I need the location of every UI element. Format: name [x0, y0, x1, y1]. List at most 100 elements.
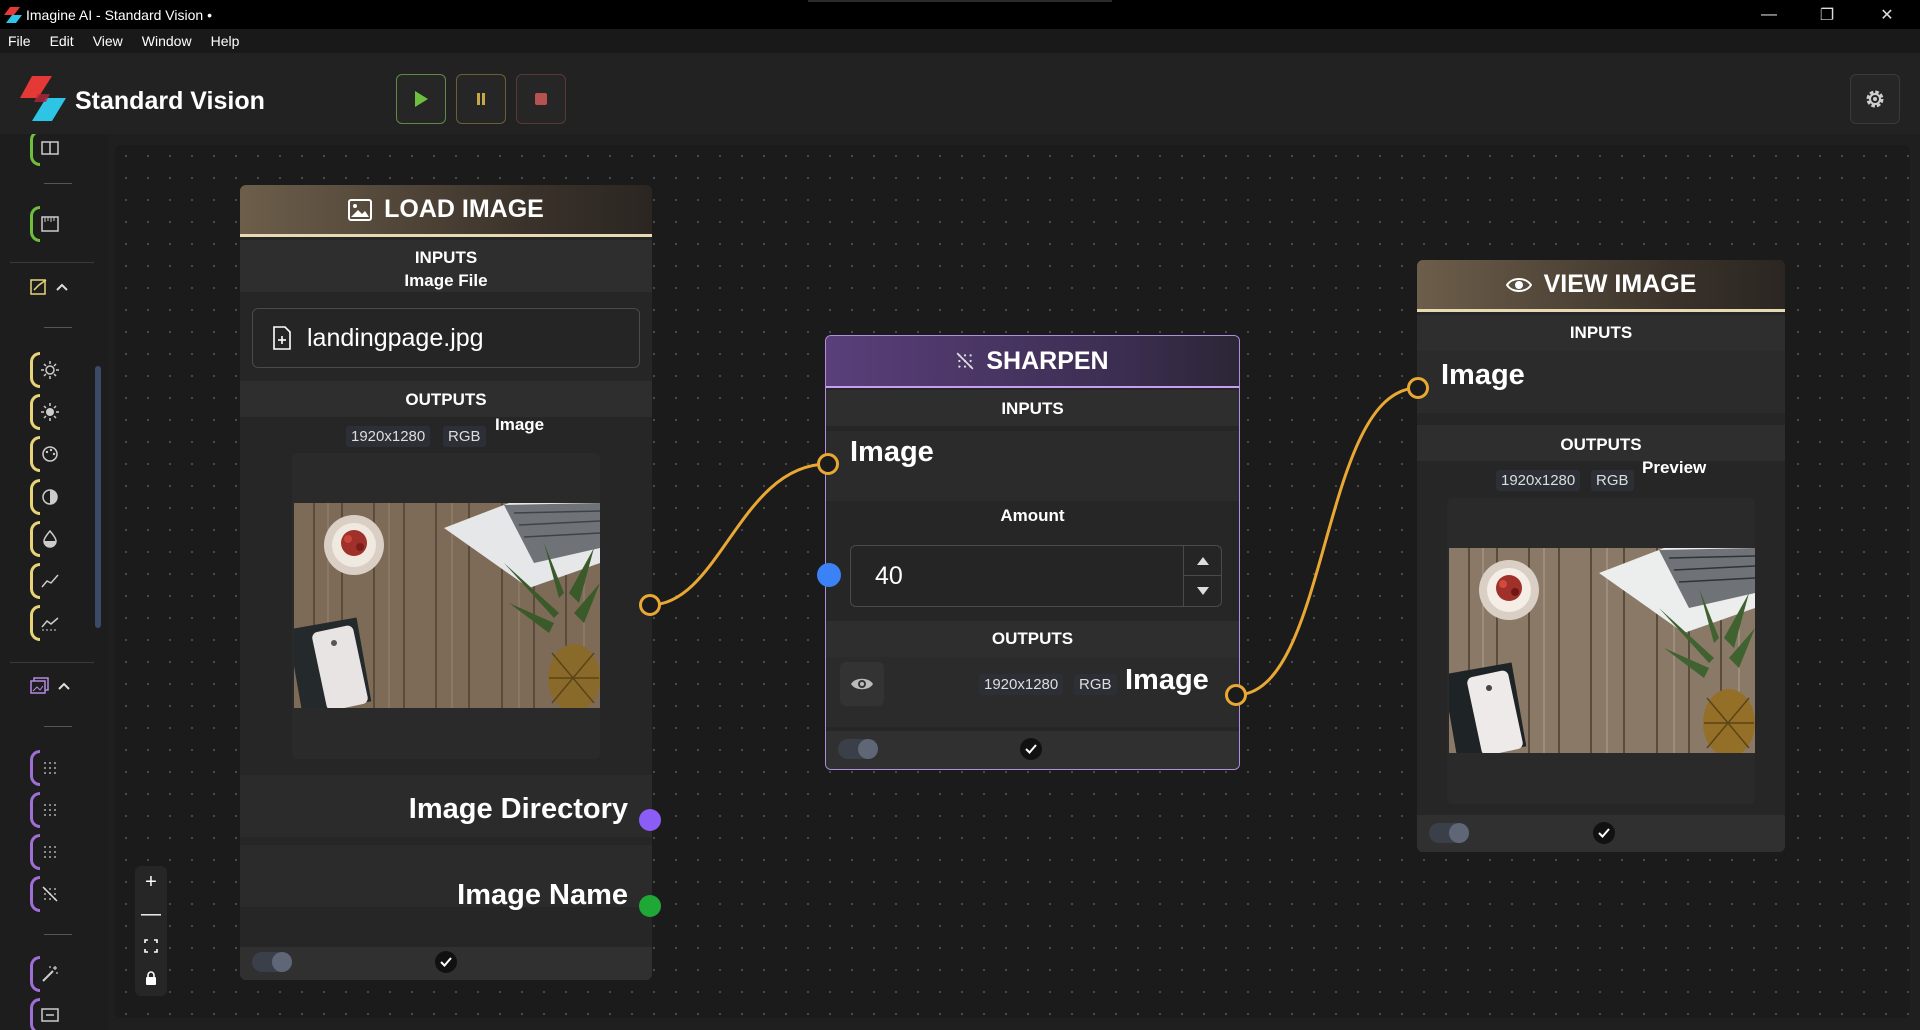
sharpen-node[interactable]: SHARPEN INPUTS Image Amount 40 OUTPUTS 1… [825, 335, 1240, 770]
image-output-label: Image [495, 415, 545, 434]
menu-edit[interactable]: Edit [50, 33, 74, 49]
brand-name: Standard Vision [75, 87, 265, 115]
play-button[interactable] [396, 74, 446, 124]
grid-icon [41, 141, 59, 155]
sharpen-image-output-port[interactable] [1225, 684, 1247, 706]
window-title: Imagine AI - Standard Vision • [26, 6, 212, 23]
palette-item-dots-grid[interactable] [30, 834, 70, 870]
close-button[interactable]: ✕ [1858, 0, 1916, 29]
restore-button[interactable]: ❐ [1798, 0, 1856, 29]
brand-logo-icon [20, 76, 66, 121]
amount-stepper[interactable]: 40 [850, 545, 1222, 607]
amount-input-port[interactable] [817, 563, 841, 587]
lock-button[interactable] [135, 962, 167, 994]
settings-button[interactable] [1850, 74, 1900, 124]
amount-label: Amount [1000, 506, 1065, 525]
load-image-output-port[interactable] [639, 594, 661, 616]
palette-item-palette[interactable] [30, 436, 70, 472]
palette-item-dots[interactable] [30, 750, 70, 786]
view-image-input-port[interactable] [1407, 377, 1429, 399]
palette-item-curve[interactable] [30, 563, 70, 599]
sharpen-image-input-label: Image [850, 436, 934, 468]
file-add-icon [273, 326, 291, 350]
pause-icon [477, 93, 485, 105]
image-stack-icon [30, 677, 49, 694]
amount-decrement-button[interactable] [1184, 576, 1221, 606]
sharpen-icon [956, 352, 974, 370]
view-image-inputs-label: INPUTS [1569, 323, 1633, 342]
image-file-label: Image File [404, 271, 488, 290]
palette-item-brightness-alt[interactable] [30, 394, 70, 430]
gear-icon [1866, 90, 1884, 108]
image-name-output-label: Image Name [457, 879, 628, 911]
view-image-header[interactable]: VIEW IMAGE [1417, 260, 1785, 312]
zoom-out-button[interactable]: — [135, 898, 167, 930]
chevron-up-icon [58, 682, 70, 690]
triangle-down-icon [1196, 587, 1209, 595]
minimize-button[interactable]: — [1740, 0, 1798, 29]
sidebar-scrollbar[interactable] [95, 366, 101, 628]
palette-item-wand[interactable] [30, 956, 70, 992]
eye-icon [851, 678, 873, 690]
view-image-outputs-label: OUTPUTS [1560, 435, 1642, 454]
palette-item-grid[interactable] [30, 134, 70, 166]
zoom-in-button[interactable]: + [135, 866, 167, 898]
palette-item-levels[interactable] [30, 605, 70, 641]
dots-alt-icon [44, 804, 56, 816]
color-mode-badge: RGB [443, 426, 486, 447]
brightness-alt-icon [41, 403, 59, 421]
palette-item-contrast[interactable] [30, 479, 70, 515]
menu-bar: File Edit View Window Help [0, 29, 1920, 53]
palette-item-dots-alt[interactable] [30, 792, 70, 828]
menu-help[interactable]: Help [211, 33, 240, 49]
palette-section-image[interactable] [30, 675, 76, 697]
triangle-up-icon [1196, 556, 1209, 565]
palette-item-crop[interactable] [30, 998, 70, 1030]
sharpen-enable-toggle[interactable] [838, 739, 878, 759]
palette-icon [42, 446, 58, 462]
image-name-port[interactable] [639, 895, 661, 917]
adjust-icon [30, 279, 47, 295]
contrast-icon [42, 489, 58, 505]
zoom-controls: + — [135, 866, 167, 996]
view-image-node[interactable]: VIEW IMAGE INPUTS Image OUTPUTS 1920x128… [1417, 260, 1785, 852]
view-resolution-badge: 1920x1280 [1496, 470, 1581, 491]
preview-toggle-button[interactable] [840, 662, 884, 706]
sharpen-image-input-port[interactable] [817, 453, 839, 475]
menu-view[interactable]: View [93, 33, 123, 49]
load-image-enable-toggle[interactable] [252, 952, 292, 972]
menu-window[interactable]: Window [142, 33, 192, 49]
sharpen-header[interactable]: SHARPEN [826, 336, 1239, 388]
view-image-enable-toggle[interactable] [1429, 823, 1469, 843]
palette-item-drop[interactable] [30, 521, 70, 557]
image-directory-output-label: Image Directory [408, 793, 628, 825]
drag-handle[interactable] [808, 0, 1112, 2]
palette-section-adjust[interactable] [30, 276, 76, 298]
fit-view-button[interactable] [135, 930, 167, 962]
amount-increment-button[interactable] [1184, 546, 1221, 576]
sharpen-icon [42, 886, 58, 902]
pause-button[interactable] [456, 74, 506, 124]
load-image-node[interactable]: LOAD IMAGE INPUTS Image File landingpage… [240, 185, 652, 980]
view-image-status-check-icon [1593, 822, 1615, 844]
sharpen-outputs-label: OUTPUTS [991, 629, 1074, 648]
chevron-up-icon [56, 283, 68, 291]
file-picker-field[interactable]: landingpage.jpg [252, 308, 640, 368]
image-icon [348, 198, 373, 221]
image-preview-frame [292, 453, 600, 759]
stop-button[interactable] [516, 74, 566, 124]
load-image-title: LOAD IMAGE [384, 195, 544, 223]
preview-output-label: Preview [1642, 458, 1707, 477]
palette-item-sharpen[interactable] [30, 876, 70, 912]
palette-item-brightness[interactable] [30, 352, 70, 388]
palette-item-ruler[interactable] [30, 206, 70, 242]
ruler-icon [41, 216, 59, 232]
load-image-header[interactable]: LOAD IMAGE [240, 185, 652, 237]
dots-icon [44, 762, 56, 774]
menu-file[interactable]: File [8, 33, 31, 49]
image-thumbnail [294, 503, 600, 708]
view-image-input-label: Image [1441, 359, 1525, 391]
fit-view-icon [144, 939, 158, 953]
sharpen-title: SHARPEN [986, 346, 1109, 375]
image-directory-port[interactable] [639, 809, 661, 831]
